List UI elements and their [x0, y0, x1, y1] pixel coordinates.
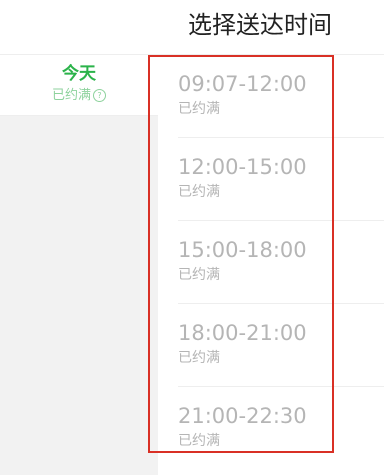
day-tab-status: 已约满? — [0, 87, 158, 105]
header: 选择送达时间 — [0, 0, 384, 55]
question-circle-icon[interactable]: ? — [93, 89, 106, 102]
page-title: 选择送达时间 — [188, 11, 332, 39]
day-tab-label: 今天 — [62, 64, 96, 84]
day-tab-today[interactable]: 今天 已约满? — [0, 55, 158, 116]
highlight-annotation-box — [148, 55, 334, 453]
day-status-text: 已约满 — [51, 88, 91, 103]
day-list: 今天 已约满? — [0, 55, 158, 475]
